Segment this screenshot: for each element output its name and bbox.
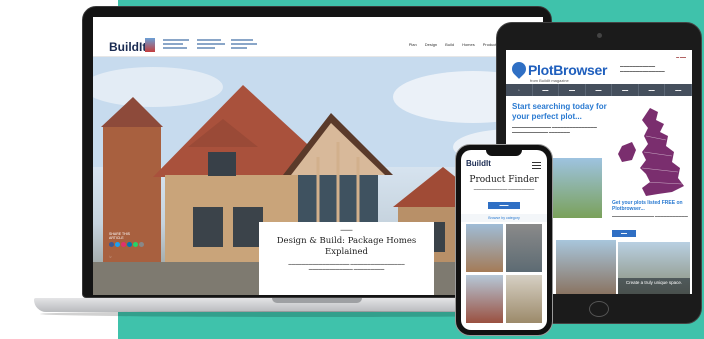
article-title[interactable]: Design & Build: Package Homes Explained [259,236,434,258]
nav-item-1[interactable]: ▬▬ [533,84,560,96]
whatsapp-icon[interactable] [133,242,138,247]
category-tile-4[interactable] [505,275,542,323]
unique-space-caption: Create a truly unique space. [618,278,690,294]
nav-item-2[interactable]: ▬▬ [559,84,586,96]
nav-item-homes[interactable]: Homes [462,42,475,47]
get-listed-copy: ▬▬▬▬▬▬▬▬▬▬▬▬▬▬ ▬▬▬▬▬▬▬▬▬▬▬ [612,214,688,218]
phone-screen: BuildIt Product Finder ▬▬▬▬▬▬▬▬▬▬▬▬▬ ▬▬▬… [461,150,547,330]
plotbrowser-utility-links[interactable]: ▬ ▬▬ [676,55,686,59]
nav-item-3[interactable]: ▬▬ [586,84,613,96]
product-finder-button[interactable]: ▬▬▬ [488,202,520,209]
site-header: BuildIt Plan Design Build Homes Products… [93,17,543,57]
pinterest-icon[interactable] [121,242,126,247]
plot-house-photo[interactable] [556,240,616,294]
buildit-logo[interactable]: BuildIt [109,40,146,54]
events-promo[interactable] [231,39,261,51]
magazine-cover-thumbnail[interactable] [145,38,155,52]
uk-map-icon[interactable] [612,106,690,198]
nav-item-6[interactable]: ▬▬ [665,84,692,96]
product-finder-title: Product Finder [469,175,539,185]
newsletter-promo[interactable] [197,39,227,51]
plotbrowser-logo-sub: from BuildIt magazine [530,78,569,83]
article-caption-card: ▬▬▬ Design & Build: Package Homes Explai… [259,222,434,295]
plotbrowser-tagline: ▬▬▬▬▬▬▬▬▬▬▬ ▬▬▬▬▬▬▬▬▬▬▬▬▬▬ [620,64,665,73]
hamburger-menu-icon[interactable] [532,162,541,171]
share-label: SHARE THIS ARTICLE [109,232,130,240]
share-buttons [109,242,145,247]
category-tile-3[interactable] [466,275,503,323]
nav-item-5[interactable]: ▬▬ [639,84,666,96]
plotbrowser-headline: Start searching today for your perfect p… [512,102,607,121]
nav-item-build[interactable]: Build [445,42,454,47]
browse-by-category-heading: Browse by category [461,214,547,222]
share-panel: SHARE THIS ARTICLE ♡ [109,232,145,259]
nav-item-4[interactable]: ▬▬ [612,84,639,96]
laptop-trackpad-notch [272,298,362,303]
heart-icon[interactable]: ♡ [109,255,145,259]
plotbrowser-intro: ▬▬▬▬▬▬▬▬▬▬▬▬▬ ▬▬▬▬▬▬▬▬▬▬▬▬▬▬▬ ▬▬▬▬▬▬▬▬▬▬… [512,125,597,134]
facebook-icon[interactable] [109,242,114,247]
linkedin-icon[interactable] [127,242,132,247]
phone-notch [486,150,522,156]
category-grid [466,224,542,323]
home-icon[interactable]: ⌂ [506,84,533,96]
category-tile-1[interactable] [466,224,503,272]
plotbrowser-nav: ⌂ ▬▬ ▬▬ ▬▬ ▬▬ ▬▬ ▬▬ [506,84,692,96]
get-listed-button[interactable]: ▬▬ [612,230,636,237]
plotbrowser-logo[interactable]: PlotBrowser [528,62,607,78]
tablet-home-button[interactable] [589,301,609,317]
twitter-icon[interactable] [115,242,120,247]
category-tile-2[interactable] [505,224,542,272]
article-standfirst: ▬▬▬▬▬▬▬▬▬▬▬▬▬▬▬▬▬▬ ▬▬▬▬▬▬▬▬▬▬▬▬▬▬▬▬ ▬▬▬▬… [288,262,405,271]
nav-item-design[interactable]: Design [425,42,437,47]
product-finder-description: ▬▬▬▬▬▬▬▬▬▬▬▬▬ ▬▬▬▬▬▬▬▬▬▬ [473,188,535,191]
device-mockup-stage: BuildIt Plan Design Build Homes Products… [0,0,704,339]
map-pin-icon [509,59,529,79]
get-listed-heading: Get your plots listed FREE on Plotbrowse… [612,200,683,212]
subscribe-promo[interactable] [163,39,193,51]
article-category: ▬▬▬ [340,227,353,232]
email-icon[interactable] [139,242,144,247]
tablet-camera [597,33,602,38]
buildit-logo-mobile[interactable]: BuildIt [466,159,491,168]
nav-item-plan[interactable]: Plan [409,42,417,47]
